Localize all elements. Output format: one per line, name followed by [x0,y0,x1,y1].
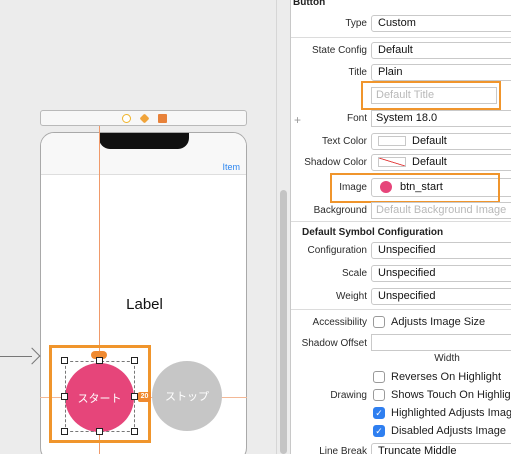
label-view[interactable]: Label [41,296,246,313]
shows-touch-label: Shows Touch On Highlight [391,389,511,401]
resize-handle-right[interactable] [131,393,138,400]
scene-dock [40,110,247,126]
view-controller-icon[interactable] [122,114,131,123]
scale-label: Scale [341,268,367,279]
weight-label: Weight [336,291,367,302]
text-color-value: Default [412,135,447,147]
resize-handle-top[interactable] [96,357,103,364]
canvas-scrollbar[interactable] [276,0,290,454]
highlighted-adjusts-image-checkbox[interactable]: ✓ Highlighted Adjusts Image [373,407,511,419]
checkbox-icon [373,316,385,328]
state-config-popup[interactable]: Default [371,42,511,59]
reverses-on-highlight-checkbox[interactable]: Reverses On Highlight [373,371,501,383]
type-label: Type [345,18,367,29]
accessibility-label: Accessibility [312,317,367,328]
text-color-label: Text Color [321,136,367,147]
section-title-symbol-config: Default Symbol Configuration [302,227,444,238]
exit-icon[interactable] [158,114,167,123]
resize-handle-bottom-right[interactable] [131,428,138,435]
checkmark-icon: ✓ [373,425,385,437]
resize-handle-top-left[interactable] [61,357,68,364]
disabled-adjusts-label: Disabled Adjusts Image [391,425,506,437]
stop-button[interactable]: ストップ [152,361,222,431]
background-field[interactable]: Default Background Image [371,202,511,219]
drawing-label: Drawing [330,390,367,401]
shadow-color-popup[interactable]: Default [371,154,511,171]
first-responder-icon[interactable] [139,113,150,124]
entry-point-arrow-head [23,347,41,365]
device-notch [99,133,189,149]
width-sublabel: Width [434,353,460,364]
separator [291,309,511,310]
background-label: Background [313,205,367,216]
weight-popup[interactable]: Unspecified [371,288,511,305]
shadow-offset-label: Shadow Offset [301,338,367,349]
line-break-popup[interactable]: Truncate Middle [371,443,511,454]
selection-bounds [65,361,135,432]
type-popup[interactable]: Custom [371,15,511,32]
title-style-popup[interactable]: Plain [371,64,511,81]
attributes-inspector: Button Type Custom State Config Default … [291,0,511,454]
adjusts-image-size-checkbox[interactable]: Adjusts Image Size [373,316,485,328]
spacing-badge: 20 [138,392,151,402]
disabled-adjusts-image-checkbox[interactable]: ✓ Disabled Adjusts Image [373,425,506,437]
resize-handle-top-right[interactable] [131,357,138,364]
text-color-popup[interactable]: Default [371,133,511,150]
state-config-label: State Config [311,45,367,56]
checkbox-icon [373,389,385,401]
separator [291,221,511,222]
color-swatch-icon [378,136,406,147]
no-color-swatch-icon [378,157,406,168]
adjusts-image-size-label: Adjusts Image Size [391,316,486,328]
scrollbar-thumb[interactable] [280,190,287,454]
reverses-on-highlight-label: Reverses On Highlight [391,371,502,383]
image-row-highlight [330,173,500,203]
highlighted-adjusts-label: Highlighted Adjusts Image [391,407,511,419]
configuration-label: Configuration [307,245,367,256]
shadow-color-label: Shadow Color [304,157,367,168]
scale-popup[interactable]: Unspecified [371,265,511,282]
title-label: Title [348,67,367,78]
storyboard-canvas[interactable]: Item Label スタート ストップ 20 [0,0,276,454]
nav-bar-item[interactable]: Item [222,162,240,172]
shadow-color-value: Default [412,156,447,168]
shows-touch-on-highlight-checkbox[interactable]: Shows Touch On Highlight [373,389,511,401]
section-title-button: Button [293,0,326,8]
checkbox-icon [373,371,385,383]
separator [291,37,511,38]
checkmark-icon: ✓ [373,407,385,419]
font-label: Font [346,113,367,124]
shadow-offset-width-field[interactable] [371,334,511,351]
resize-handle-bottom-left[interactable] [61,428,68,435]
title-field-highlight [361,81,501,110]
line-break-label: Line Break [319,446,367,454]
font-field[interactable]: System 18.0 [371,110,511,127]
resize-handle-bottom[interactable] [96,428,103,435]
configuration-popup[interactable]: Unspecified [371,242,511,259]
resize-handle-left[interactable] [61,393,68,400]
